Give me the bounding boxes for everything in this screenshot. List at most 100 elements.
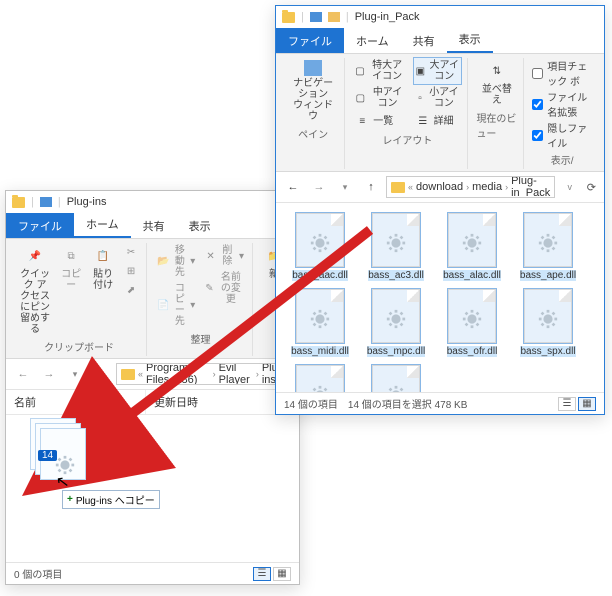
qat-icon[interactable] [310,12,322,22]
back-button[interactable]: ← [12,363,34,385]
group-label: 現在のビュー [476,110,517,140]
details-view-button[interactable]: ☰ [253,567,271,581]
xlarge-icons-button[interactable]: ▢特大アイコン [353,58,407,84]
scissors-icon: ✂ [124,245,138,259]
copy-icon: ⧉ [60,245,82,267]
chevron-right-icon: › [466,182,469,192]
copy-button[interactable]: ⧉ コピー [58,243,84,293]
copy-to-icon: 📄 [157,298,169,312]
small-icon: ▫ [416,91,425,105]
path-icon: ⊞ [124,264,138,278]
file-item[interactable]: bass_aac.dll [286,213,354,281]
up-button[interactable]: ↑ [90,363,112,385]
group-label: 整理 [191,331,211,346]
large-icons-button[interactable]: ▣大アイコン [414,58,462,84]
forward-button[interactable]: → [308,176,330,198]
file-ext-checkbox[interactable]: ファイル名拡張 [532,89,592,119]
nav-pane-icon [304,60,322,76]
file-thumb [372,213,420,267]
titlebar[interactable]: | | Plug-in_Pack [276,6,604,28]
drag-count-badge: 14 [38,450,57,461]
file-item[interactable]: bass_alac.dll [438,213,506,281]
tab-home[interactable]: ホーム [74,211,131,238]
breadcrumb[interactable]: Program Files (x86) [146,363,210,385]
breadcrumb[interactable]: Evil Player [219,363,253,385]
file-thumb [448,213,496,267]
explorer-window-plugins: | | Plug-ins ファイル ホーム 共有 表示 📌 クイック アクセス … [5,190,300,585]
col-name[interactable]: 名前 [6,390,146,414]
file-thumb [296,213,344,267]
list-icon: ≡ [355,114,369,128]
rename-button[interactable]: ✎名前の変更 [203,270,246,307]
cut-button[interactable]: ✂ [122,243,140,261]
window-title: Plug-in_Pack [355,11,420,23]
tab-share[interactable]: 共有 [401,28,447,53]
file-item[interactable]: bass_ac3.dll [362,213,430,281]
pin-quick-access-button[interactable]: 📌 クイック アクセス にピン留めする [18,243,52,337]
file-item[interactable]: bass_wv.dll [286,365,354,392]
address-bar: ← → ▾ ↑ « download › media › Plug-in_Pac… [276,172,604,203]
copy-to-button[interactable]: 📄コピー先▾ [155,281,197,329]
refresh-button[interactable]: ⟳ [585,181,598,194]
nav-pane-button[interactable]: ナビゲーション ウィンドウ [288,58,338,124]
shortcut-icon: ⬈ [124,283,138,297]
icons-view-button[interactable]: ▦ [273,567,291,581]
up-button[interactable]: ↑ [360,176,382,198]
breadcrumb[interactable]: media [472,181,502,193]
paste-button[interactable]: 📋 貼り付け [90,243,116,293]
recent-button[interactable]: ▾ [64,363,86,385]
copy-tooltip: + Plug-ins へコピー [62,490,160,509]
titlebar[interactable]: | | Plug-ins [6,191,299,213]
file-name: bass_ofr.dll [447,346,498,357]
address-box[interactable]: « Program Files (x86) › Evil Player › Pl… [116,363,293,385]
file-item[interactable]: bass_spx.dll [514,289,582,357]
move-icon: 📂 [157,255,169,269]
details-view-button[interactable]: ☰ [558,397,576,411]
tab-share[interactable]: 共有 [131,213,177,238]
sort-icon: ⇅ [486,60,508,82]
breadcrumb[interactable]: Plug-in_Pack [511,176,550,198]
address-bar: ← → ▾ ↑ « Program Files (x86) › Evil Pla… [6,359,299,390]
file-tab[interactable]: ファイル [276,28,344,53]
item-check-checkbox[interactable]: 項目チェック ボ [532,58,592,88]
ribbon: 📌 クイック アクセス にピン留めする ⧉ コピー 📋 貼り付け ✂ ⊞ ⬈ ク… [6,239,299,359]
tab-view[interactable]: 表示 [177,213,223,238]
qat-icon[interactable] [328,12,340,22]
back-button[interactable]: ← [282,176,304,198]
dropdown-button[interactable]: v [559,176,581,198]
details-button[interactable]: ☰詳細 [414,112,462,130]
paste-shortcut-button[interactable]: ⬈ [122,281,140,299]
file-item[interactable]: OptimFROG.dll [362,365,430,392]
sort-button[interactable]: ⇅ 並べ替え [476,58,517,108]
window-title: Plug-ins [67,196,107,208]
file-name: bass_alac.dll [443,270,501,281]
delete-button[interactable]: ✕削除▾ [203,243,246,269]
file-icon-area[interactable]: bass_aac.dllbass_ac3.dllbass_alac.dllbas… [276,203,604,392]
file-thumb [296,365,344,392]
forward-button[interactable]: → [38,363,60,385]
file-item[interactable]: bass_mpc.dll [362,289,430,357]
tab-row: ファイル ホーム 共有 表示 [276,28,604,54]
file-item[interactable]: bass_midi.dll [286,289,354,357]
copy-path-button[interactable]: ⊞ [122,262,140,280]
status-bar: 0 個の項目 ☰ ▦ [6,562,299,584]
status-bar: 14 個の項目 14 個の項目を選択 478 KB ☰ ▦ [276,392,604,414]
recent-button[interactable]: ▾ [334,176,356,198]
hidden-files-checkbox[interactable]: 隠しファイル [532,120,592,150]
address-box[interactable]: « download › media › Plug-in_Pack [386,176,555,198]
column-headers[interactable]: 名前 更新日時 [6,390,299,415]
file-tab[interactable]: ファイル [6,213,74,238]
small-icons-button[interactable]: ▫小アイコン [414,85,462,111]
file-thumb [448,289,496,343]
file-item[interactable]: bass_ape.dll [514,213,582,281]
file-thumb [372,289,420,343]
medium-icons-button[interactable]: ▢中アイコン [353,85,407,111]
tab-view[interactable]: 表示 [447,26,493,53]
file-item[interactable]: bass_ofr.dll [438,289,506,357]
list-button[interactable]: ≡一覧 [353,112,407,130]
icons-view-button[interactable]: ▦ [578,397,596,411]
qat-icon[interactable] [40,197,52,207]
breadcrumb[interactable]: download [416,181,463,193]
move-to-button[interactable]: 📂移動先▾ [155,243,197,280]
tab-home[interactable]: ホーム [344,28,401,53]
